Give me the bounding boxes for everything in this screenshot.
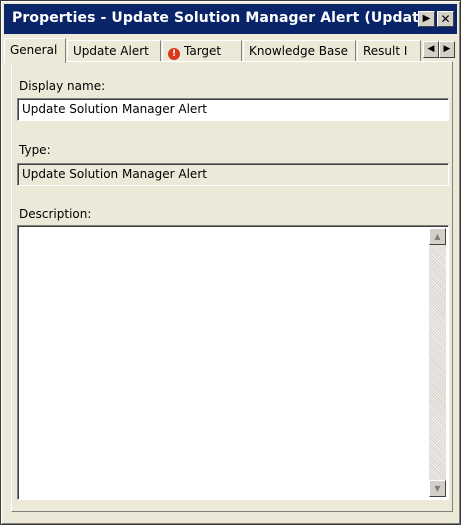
tab-scroll-right-button[interactable]: ▶: [439, 41, 455, 58]
tab-knowledge-base[interactable]: Knowledge Base: [243, 40, 356, 61]
description-textarea[interactable]: ▲ ▼: [17, 225, 449, 500]
description-scrollbar[interactable]: ▲ ▼: [429, 228, 446, 497]
pin-arrow-button[interactable]: ▶: [418, 11, 435, 27]
tab-label: Knowledge Base: [249, 44, 348, 58]
description-label: Description:: [19, 207, 92, 221]
error-icon: !: [168, 48, 180, 60]
scroll-down-button[interactable]: ▼: [429, 480, 446, 497]
tab-label: Target: [184, 44, 222, 58]
tab-general[interactable]: General: [4, 38, 66, 63]
tab-label: General: [10, 43, 58, 57]
arrow-up-icon: ▲: [434, 232, 441, 241]
close-button[interactable]: ✕: [437, 11, 454, 27]
title-bar[interactable]: Properties - Update Solution Manager Ale…: [4, 4, 457, 34]
close-icon: ✕: [440, 12, 451, 26]
tab-strip: General Update Alert ! Target Knowledge B…: [4, 38, 457, 63]
arrow-right-icon: ▶: [443, 44, 451, 54]
properties-dialog: Properties - Update Solution Manager Ale…: [0, 0, 461, 525]
window-title: Properties - Update Solution Manager Ale…: [12, 10, 436, 26]
display-name-field[interactable]: Update Solution Manager Alert: [17, 98, 449, 121]
tab-result[interactable]: Result I: [357, 40, 421, 61]
tab-label: Result I: [363, 44, 408, 58]
arrow-down-icon: ▼: [434, 484, 441, 493]
arrow-right-icon: ▶: [422, 13, 431, 24]
arrow-left-icon: ◀: [427, 44, 435, 54]
tab-scroll-left-button[interactable]: ◀: [423, 41, 439, 58]
type-field: Update Solution Manager Alert: [17, 163, 449, 186]
type-label: Type:: [19, 143, 51, 157]
tab-update-alert[interactable]: Update Alert: [67, 40, 161, 61]
tab-target[interactable]: ! Target: [162, 40, 242, 61]
scroll-up-button[interactable]: ▲: [429, 228, 446, 245]
display-name-label: Display name:: [19, 79, 106, 93]
tab-label: Update Alert: [73, 44, 149, 58]
